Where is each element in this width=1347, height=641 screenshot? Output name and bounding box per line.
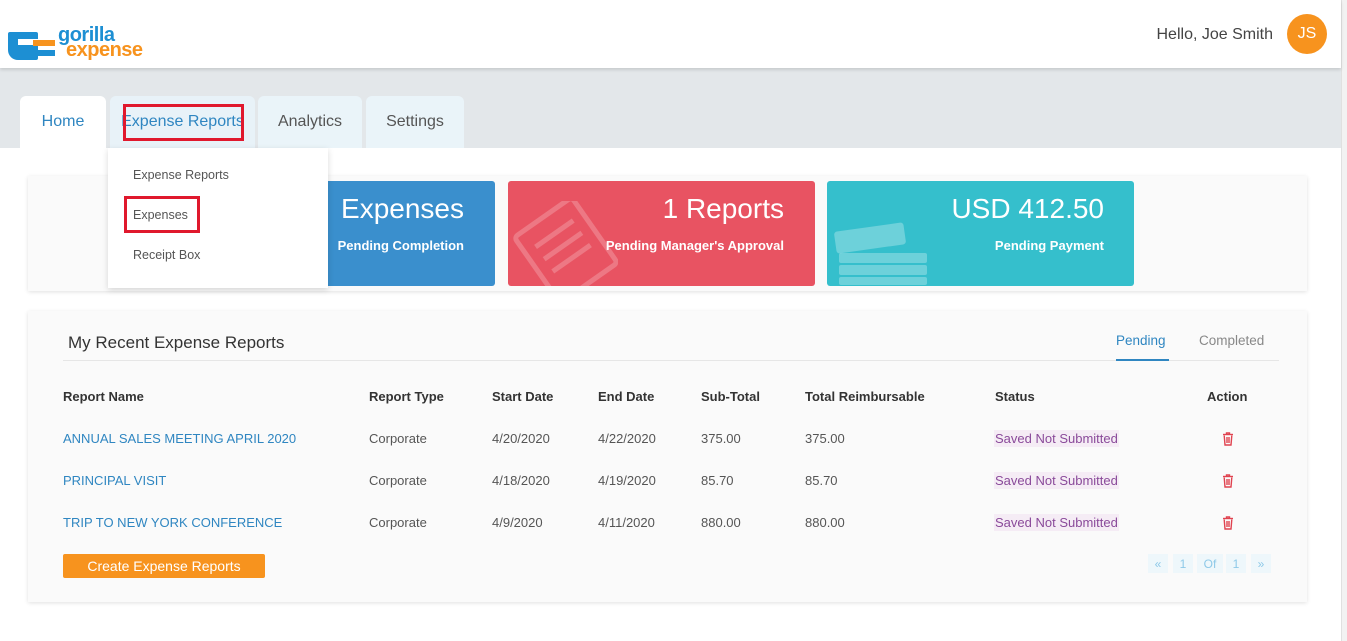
sub-total: 85.70 <box>701 473 734 488</box>
card-caption: Pending Manager's Approval <box>605 238 784 253</box>
dropdown-item-receipt-box[interactable]: Receipt Box <box>133 248 200 262</box>
status-badge: Saved Not Submitted <box>994 472 1119 489</box>
tab-settings-label: Settings <box>386 113 444 130</box>
tab-analytics[interactable]: Analytics <box>258 96 362 148</box>
report-type: Corporate <box>369 473 427 488</box>
sub-total: 375.00 <box>701 431 741 446</box>
summary-card-pending-approval[interactable]: 1 Reports Pending Manager's Approval <box>508 181 815 286</box>
logo-text: gorilla expense <box>58 25 143 61</box>
column-header-action: Action <box>1207 389 1248 404</box>
status-badge: Saved Not Submitted <box>994 514 1119 531</box>
status-badge: Saved Not Submitted <box>994 430 1119 447</box>
tab-completed[interactable]: Completed <box>1199 333 1264 348</box>
tab-pending[interactable]: Pending <box>1116 333 1166 348</box>
tab-analytics-label: Analytics <box>277 113 343 130</box>
money-stack-icon <box>834 222 927 285</box>
end-date: 4/19/2020 <box>598 473 656 488</box>
report-name-link[interactable]: TRIP TO NEW YORK CONFERENCE <box>63 515 282 530</box>
active-tab-indicator <box>1116 359 1169 361</box>
end-date: 4/22/2020 <box>598 431 656 446</box>
gorilla-expense-logo[interactable]: gorilla expense <box>8 25 143 62</box>
tab-home-label: Home <box>41 113 85 130</box>
end-date: 4/11/2020 <box>598 515 655 530</box>
dropdown-item-expense-reports[interactable]: Expense Reports <box>133 168 229 182</box>
report-name-link[interactable]: PRINCIPAL VISIT <box>63 473 166 488</box>
card-caption: Pending Completion <box>337 238 464 253</box>
column-header-sub-total[interactable]: Sub-Total <box>701 389 760 404</box>
column-header-report-name[interactable]: Report Name <box>63 389 144 404</box>
pager-of-label: Of <box>1197 554 1223 573</box>
avatar[interactable]: JS <box>1287 14 1327 54</box>
column-header-total-reimbursable[interactable]: Total Reimbursable <box>805 389 925 404</box>
summary-card-pending-payment[interactable]: USD 412.50 Pending Payment <box>827 181 1134 286</box>
trash-icon[interactable] <box>1222 516 1234 530</box>
document-icon <box>513 201 618 286</box>
trash-icon[interactable] <box>1222 474 1234 488</box>
column-header-start-date[interactable]: Start Date <box>492 389 553 404</box>
create-expense-reports-button[interactable]: Create Expense Reports <box>63 554 265 578</box>
report-type: Corporate <box>369 515 427 530</box>
pager-current-page: 1 <box>1173 554 1193 573</box>
card-caption: Pending Payment <box>994 238 1104 253</box>
panel-title: My Recent Expense Reports <box>68 333 285 352</box>
card-amount: USD 412.50 <box>951 193 1104 224</box>
column-header-end-date[interactable]: End Date <box>598 389 654 404</box>
tab-settings[interactable]: Settings <box>366 96 464 148</box>
highlight-box-expenses-item <box>124 196 200 233</box>
pager-total-pages: 1 <box>1226 554 1246 573</box>
start-date: 4/9/2020 <box>492 515 543 530</box>
top-header: gorilla expense Hello, Joe Smith <box>0 0 1341 68</box>
total-reimbursable: 85.70 <box>805 473 838 488</box>
start-date: 4/18/2020 <box>492 473 550 488</box>
column-header-report-type[interactable]: Report Type <box>369 389 444 404</box>
card-amount: 1 Reports <box>662 193 784 224</box>
highlight-box-expense-reports-tab <box>123 104 244 141</box>
sub-total: 880.00 <box>701 515 741 530</box>
column-header-status[interactable]: Status <box>995 389 1035 404</box>
card-amount: Expenses <box>341 193 464 224</box>
tab-home[interactable]: Home <box>20 96 106 148</box>
total-reimbursable: 375.00 <box>805 431 845 446</box>
total-reimbursable: 880.00 <box>805 515 845 530</box>
trash-icon[interactable] <box>1222 432 1234 446</box>
start-date: 4/20/2020 <box>492 431 550 446</box>
logo-mark-icon <box>8 28 56 62</box>
pager-last-button[interactable]: » <box>1251 554 1271 573</box>
page-scrollbar[interactable] <box>1341 0 1347 641</box>
report-name-link[interactable]: ANNUAL SALES MEETING APRIL 2020 <box>63 431 296 446</box>
report-type: Corporate <box>369 431 427 446</box>
pager-first-button[interactable]: « <box>1148 554 1168 573</box>
summary-card-pending-completion[interactable]: Expenses Pending Completion <box>320 181 495 286</box>
divider <box>63 360 1279 361</box>
logo-word-2: expense <box>66 39 143 61</box>
user-greeting: Hello, Joe Smith <box>1156 26 1274 43</box>
